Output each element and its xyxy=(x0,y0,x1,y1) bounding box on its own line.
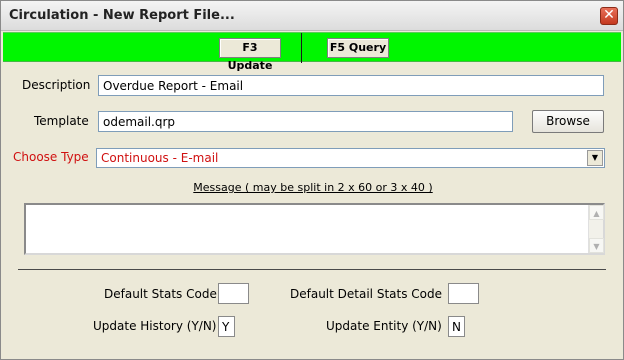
message-textarea[interactable]: ▲ ▼ xyxy=(24,203,605,255)
type-select-value: Continuous - E-mail xyxy=(101,151,219,165)
description-label: Description xyxy=(22,78,91,92)
default-detail-stats-label: Default Detail Stats Code xyxy=(290,287,442,301)
query-button[interactable]: F5 Query xyxy=(327,38,389,58)
toolbar-separator xyxy=(301,33,302,63)
close-icon: ✕ xyxy=(603,7,615,23)
report-file-window: Circulation - New Report File... ✕ F3 Up… xyxy=(0,0,624,360)
update-history-field[interactable]: Y xyxy=(218,316,235,337)
section-divider xyxy=(18,269,606,270)
update-entity-label: Update Entity (Y/N) xyxy=(326,319,442,333)
type-select[interactable]: Continuous - E-mail ▼ xyxy=(96,148,605,168)
default-stats-label: Default Stats Code xyxy=(104,287,217,301)
close-button[interactable]: ✕ xyxy=(600,7,618,25)
update-button[interactable]: F3 Update xyxy=(219,38,281,72)
update-history-label: Update History (Y/N) xyxy=(93,319,217,333)
toolbar: F3 Update F5 Query xyxy=(3,32,621,72)
template-field[interactable]: odemail.qrp xyxy=(98,111,513,132)
scroll-down-icon[interactable]: ▼ xyxy=(589,238,604,253)
message-label: Message ( may be split in 2 x 60 or 3 x … xyxy=(193,181,433,194)
default-detail-stats-field[interactable] xyxy=(448,283,479,304)
chevron-down-icon[interactable]: ▼ xyxy=(587,150,603,166)
browse-button[interactable]: Browse xyxy=(532,110,604,133)
template-label: Template xyxy=(34,114,89,128)
default-stats-field[interactable] xyxy=(218,283,249,304)
description-field[interactable]: Overdue Report - Email xyxy=(98,75,604,96)
message-scrollbar[interactable]: ▲ ▼ xyxy=(588,205,604,253)
update-entity-field[interactable]: N xyxy=(448,316,465,337)
window-title: Circulation - New Report File... xyxy=(9,8,235,23)
choose-type-label: Choose Type xyxy=(13,150,89,164)
scroll-up-icon[interactable]: ▲ xyxy=(589,205,604,220)
title-bar[interactable]: Circulation - New Report File... ✕ xyxy=(1,1,623,31)
